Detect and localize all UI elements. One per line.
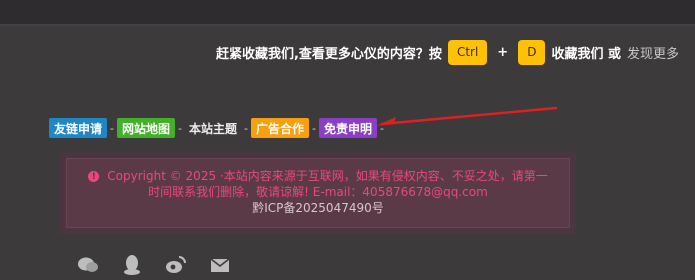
weibo-icon[interactable] — [164, 252, 188, 276]
copyright-notice: ! Copyright © 2025 ·本站内容来源于互联网，如果有侵权内容、不妥… — [66, 158, 570, 228]
social-links — [76, 252, 232, 276]
info-icon: ! — [88, 171, 100, 182]
ctrl-key-badge: Ctrl — [447, 39, 488, 65]
top-band — [0, 0, 695, 24]
link-disclaimer[interactable]: 免责申明 — [319, 118, 378, 138]
bookmark-prompt: 赶紧收藏我们,查看更多心仪的内容？按 — [215, 46, 442, 62]
annotation-arrow-icon — [376, 106, 558, 126]
icp-number[interactable]: 黔ICP备2025047490号 — [83, 200, 553, 216]
bookmark-bar: 赶紧收藏我们,查看更多心仪的内容？按 Ctrl + D 收藏我们 或 发现更多 — [216, 38, 679, 66]
separator: - — [244, 121, 248, 135]
separator: - — [178, 121, 182, 135]
copyright-text: Copyright © 2025 ·本站内容来源于互联网，如果有侵权内容、不妥之… — [107, 169, 548, 199]
bookmark-action: 收藏我们 或 — [551, 46, 621, 62]
link-friend-apply[interactable]: 友链申请 — [49, 118, 108, 138]
wechat-icon[interactable] — [76, 252, 100, 276]
separator: - — [312, 121, 316, 135]
footer-links: 友链申请 - 网站地图 - 本站主题 - 广告合作 - 免责申明 - — [49, 117, 387, 139]
qq-icon[interactable] — [120, 252, 144, 276]
mail-icon[interactable] — [208, 252, 232, 276]
link-site-theme[interactable]: 本站主题 — [185, 120, 241, 137]
link-advertise[interactable]: 广告合作 — [251, 118, 310, 138]
link-sitemap[interactable]: 网站地图 — [117, 118, 176, 138]
d-key-badge: D — [518, 39, 546, 65]
discover-more-link[interactable]: 发现更多 — [627, 43, 679, 62]
plus-sign: + — [497, 44, 509, 60]
separator: - — [110, 121, 114, 135]
divider — [0, 24, 695, 26]
